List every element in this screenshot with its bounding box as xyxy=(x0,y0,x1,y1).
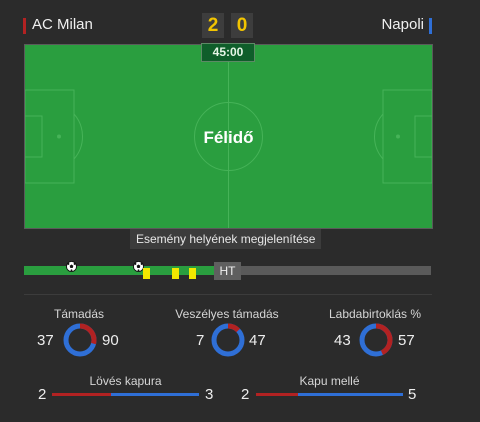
yellow-card-icon[interactable] xyxy=(172,268,179,279)
attacks-home-value: 37 xyxy=(37,332,54,349)
possession-away-value: 57 xyxy=(398,332,415,349)
away-team-color-bar xyxy=(429,18,432,34)
match-status-label: Félidő xyxy=(203,128,254,147)
show-event-location-tooltip: Esemény helyének megjelenítése xyxy=(130,229,322,249)
shots-off-target-label: Kapu mellé xyxy=(299,374,360,388)
dangerous-attacks-label: Veszélyes támadás xyxy=(175,307,279,321)
yellow-card-icon[interactable] xyxy=(189,268,196,279)
attacks-donut xyxy=(63,323,97,357)
shots-off-target-home-value: 2 xyxy=(241,386,250,403)
timeline-elapsed-bar xyxy=(24,266,214,275)
home-team-name: AC Milan xyxy=(32,16,93,33)
dangerous-attacks-away-value: 47 xyxy=(249,332,266,349)
shots-on-target-away-value: 3 xyxy=(205,386,214,403)
timeline-remaining-bar xyxy=(214,266,431,275)
shots-on-target-label: Lövés kapura xyxy=(89,374,162,388)
shots-on-target-away-bar xyxy=(110,393,199,396)
attacks-away-value: 90 xyxy=(102,332,119,349)
away-team-name: Napoli xyxy=(381,16,424,33)
possession-donut xyxy=(359,323,393,357)
halftime-marker[interactable]: HT xyxy=(214,262,241,280)
dangerous-attacks-donut xyxy=(211,323,245,357)
attacks-label: Támadás xyxy=(53,307,105,321)
section-divider xyxy=(24,294,432,295)
possession-label: Labdabirtoklás % xyxy=(328,307,422,321)
dangerous-attacks-home-value: 7 xyxy=(196,332,205,349)
home-team-color-bar xyxy=(23,18,26,34)
home-score: 2 xyxy=(202,13,224,38)
match-clock: 45:00 xyxy=(201,43,255,62)
away-score: 0 xyxy=(231,13,253,38)
shots-on-target-home-bar xyxy=(52,393,111,396)
pitch: Félidő xyxy=(24,44,433,229)
possession-home-value: 43 xyxy=(334,332,351,349)
shots-off-target-away-value: 5 xyxy=(408,386,417,403)
shots-on-target-home-value: 2 xyxy=(38,386,47,403)
shots-off-target-home-bar xyxy=(256,393,298,396)
soccer-ball-icon[interactable] xyxy=(66,261,77,272)
shots-off-target-away-bar xyxy=(298,393,403,396)
yellow-card-icon[interactable] xyxy=(143,268,150,279)
